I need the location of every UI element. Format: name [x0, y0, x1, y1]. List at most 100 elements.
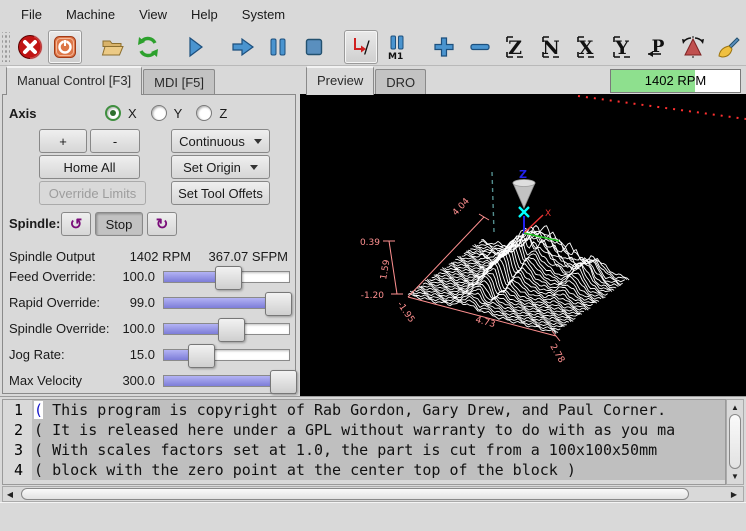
- text-cursor: (: [34, 401, 43, 419]
- zoom-out-button[interactable]: [463, 30, 497, 64]
- slider-handle[interactable]: [215, 266, 242, 290]
- gcode-horizontal-scrollbar[interactable]: ◀ ▶: [2, 486, 744, 502]
- hscroll-thumb[interactable]: [21, 488, 689, 500]
- slider-handle[interactable]: [188, 344, 215, 368]
- menu-help[interactable]: Help: [180, 3, 229, 26]
- line-number: 4: [3, 460, 23, 480]
- vscroll-thumb[interactable]: [729, 414, 741, 469]
- line-number: 3: [3, 440, 23, 460]
- view-side-button[interactable]: X: [569, 30, 603, 64]
- scroll-up-icon[interactable]: ▲: [728, 400, 742, 414]
- toolbar-drag-handle[interactable]: [2, 32, 10, 62]
- tool-trace-dashed-line: [492, 172, 494, 232]
- view-front-button[interactable]: Y: [605, 30, 639, 64]
- letter-p-icon: P: [644, 34, 670, 60]
- status-bar: [0, 502, 746, 531]
- line-number: 1: [3, 400, 23, 420]
- gcode-vertical-scrollbar[interactable]: ▲ ▼: [726, 399, 744, 485]
- scroll-down-icon[interactable]: ▼: [728, 469, 742, 483]
- chevron-down-icon: [250, 165, 258, 170]
- optional-stop-button[interactable]: M1: [380, 30, 414, 64]
- view-perspective-button[interactable]: P: [641, 30, 675, 64]
- gcode-line-text: ( This program is copyright of Rab Gordo…: [32, 400, 726, 420]
- machine-power-button[interactable]: [48, 30, 82, 64]
- override-limits-button[interactable]: Override Limits: [39, 181, 146, 205]
- linuxcnc-axis-window: FileMachineViewHelpSystem /M1ZNXYP Manua…: [0, 0, 746, 531]
- dim-y-extent: 4.04: [451, 196, 472, 218]
- slider-handle[interactable]: [218, 318, 245, 342]
- menu-machine[interactable]: Machine: [55, 3, 126, 26]
- tab-preview[interactable]: Preview: [306, 66, 374, 95]
- axis-radio-x[interactable]: X: [105, 105, 137, 121]
- open-file-button[interactable]: [96, 30, 130, 64]
- letter-y-icon: Y: [609, 34, 635, 60]
- rpm-meter-text: 1402 RPM: [611, 73, 740, 88]
- zoom-out-icon: [467, 34, 493, 60]
- axis-radio-z[interactable]: Z: [196, 105, 227, 121]
- jog-increment-dropdown[interactable]: Continuous: [171, 129, 270, 153]
- pause-button[interactable]: [262, 30, 296, 64]
- stop-icon: [301, 34, 327, 60]
- slider-trough[interactable]: [163, 297, 290, 309]
- view-top-rotated-button[interactable]: N: [534, 30, 568, 64]
- set-origin-label: Set Origin: [183, 160, 241, 175]
- jog-minus-button[interactable]: -: [90, 129, 140, 153]
- estop-button[interactable]: [13, 30, 47, 64]
- z-axis-label: Z: [519, 168, 527, 181]
- slider-trough[interactable]: [163, 271, 290, 283]
- view-top-button[interactable]: Z: [498, 30, 532, 64]
- slider-row-feed-override: Feed Override:100.0: [3, 265, 297, 289]
- run-from-line-button[interactable]: /: [344, 30, 378, 64]
- spindle-stop-button[interactable]: Stop: [95, 212, 143, 236]
- jog-plus-button[interactable]: +: [39, 129, 87, 153]
- radio-icon: [105, 105, 121, 121]
- axis-label: Axis: [9, 106, 105, 121]
- estop-icon: [17, 34, 43, 60]
- folder-open-icon: [100, 34, 126, 60]
- slider-trough[interactable]: [163, 375, 290, 387]
- slider-trough[interactable]: [163, 323, 290, 335]
- spindle-forward-button[interactable]: ↻: [147, 212, 177, 236]
- slider-fill: [164, 376, 282, 386]
- menu-bar: FileMachineViewHelpSystem: [0, 0, 746, 28]
- slider-label: Feed Override:: [9, 269, 96, 284]
- axis-radio-y[interactable]: Y: [151, 105, 183, 121]
- slider-value: 99.0: [93, 295, 155, 310]
- rotate-view-button[interactable]: [676, 30, 710, 64]
- menu-system[interactable]: System: [231, 3, 296, 26]
- reload-file-button[interactable]: [131, 30, 165, 64]
- tab-mdi[interactable]: MDI [F5]: [143, 69, 215, 95]
- gcode-line: 1 ( This program is copyright of Rab Gor…: [3, 400, 725, 420]
- gcode-line-text: ( With scales factors set at 1.0, the pa…: [32, 440, 726, 460]
- manual-control-panel: Manual Control [F3]MDI [F5] Axis XYZ + -…: [0, 66, 299, 396]
- scroll-right-icon[interactable]: ▶: [727, 487, 741, 501]
- menu-view[interactable]: View: [128, 3, 178, 26]
- spindle-reverse-button[interactable]: ↺: [61, 212, 91, 236]
- slider-row-rapid-override: Rapid Override:99.0: [3, 291, 297, 315]
- slider-trough[interactable]: [163, 349, 290, 361]
- preview-canvas[interactable]: 0.39-1.201.59-1.954.732.784.04ZX: [300, 94, 746, 396]
- tab-manual[interactable]: Manual Control [F3]: [6, 66, 142, 95]
- tool-cone: ZX: [513, 168, 559, 241]
- menu-file[interactable]: File: [10, 3, 53, 26]
- svg-text:M1: M1: [388, 52, 403, 60]
- slider-label: Jog Rate:: [9, 347, 65, 362]
- set-origin-dropdown[interactable]: Set Origin: [171, 155, 270, 179]
- step-button[interactable]: [226, 30, 260, 64]
- dim-x-min: -1.95: [395, 300, 417, 325]
- zoom-in-button[interactable]: [427, 30, 461, 64]
- slider-label: Max Velocity: [9, 373, 82, 388]
- toolbar: / M1 ZNXYP: [0, 28, 746, 66]
- stop-program-button[interactable]: [297, 30, 331, 64]
- gcode-text-area[interactable]: 1 ( This program is copyright of Rab Gor…: [2, 399, 726, 485]
- slider-handle[interactable]: [270, 370, 297, 394]
- scroll-left-icon[interactable]: ◀: [3, 487, 17, 501]
- set-tool-offsets-button[interactable]: Set Tool Offets: [171, 181, 270, 205]
- slider-handle[interactable]: [265, 292, 292, 316]
- zoom-in-icon: [431, 34, 457, 60]
- tab-dro[interactable]: DRO: [375, 69, 426, 95]
- clear-plot-button[interactable]: [712, 30, 746, 64]
- run-program-button[interactable]: [179, 30, 213, 64]
- left-tab-bar: Manual Control [F3]MDI [F5]: [6, 66, 216, 95]
- home-all-button[interactable]: Home All: [39, 155, 140, 179]
